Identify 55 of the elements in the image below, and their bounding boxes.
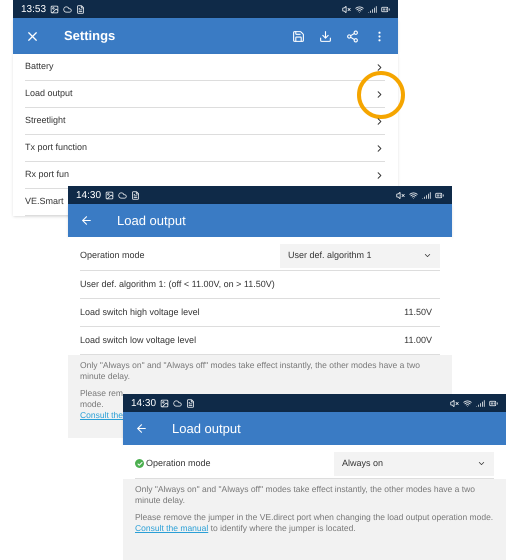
back-icon[interactable] <box>135 422 148 435</box>
status-time: 14:30 <box>76 188 102 202</box>
save-icon[interactable] <box>292 30 305 42</box>
app-bar-title: Settings <box>64 27 116 46</box>
row-value: 11.50V <box>404 306 432 319</box>
image-icon <box>160 398 170 408</box>
signal-icon <box>476 398 485 408</box>
row-label: Load switch low voltage level <box>80 334 196 347</box>
item-label[interactable]: Rx port fun <box>25 168 70 182</box>
dropdown[interactable]: Always on <box>334 452 494 476</box>
cloud-icon <box>173 398 182 408</box>
note-text: Only "Always on" and "Always off" modes take effect instantly, the other modes have a two minute delay. <box>80 360 421 382</box>
battery-icon <box>435 190 444 200</box>
battery-icon <box>489 398 498 408</box>
item-label[interactable]: Battery <box>25 60 54 74</box>
share-icon[interactable] <box>346 30 359 42</box>
row-label: Operation mode <box>146 456 211 470</box>
wifi-icon <box>463 398 472 408</box>
item-label[interactable]: Streetlight <box>25 114 66 128</box>
caret-icon <box>477 459 486 468</box>
download-icon[interactable] <box>319 30 332 42</box>
image-icon <box>105 190 114 200</box>
document-icon <box>131 190 140 200</box>
note-text: mode. <box>80 399 104 410</box>
wifi-icon <box>355 4 364 14</box>
document-icon <box>76 4 86 14</box>
note-text: Only "Always on" and "Always off" modes take effect instantly, the other modes have a two minute delay. <box>135 484 476 506</box>
mute-icon <box>342 4 351 14</box>
item-label[interactable]: Tx port function <box>25 141 88 155</box>
cloud-icon <box>63 4 72 14</box>
signal-icon <box>422 190 431 200</box>
mute-icon <box>450 398 459 408</box>
note-text: Please rem <box>80 388 123 399</box>
cloud-icon <box>118 190 128 200</box>
back-icon[interactable] <box>80 214 93 227</box>
item-label[interactable]: Load output <box>25 87 73 101</box>
app-bar-title: Load output <box>117 212 186 230</box>
image-icon <box>50 4 60 14</box>
row-text: User def. algorithm 1: (off < 11.00V, on > 11.50V) <box>80 278 275 291</box>
signal-icon <box>368 4 377 14</box>
row-value: 11.00V <box>404 334 432 347</box>
item-label[interactable]: VE.Smart <box>25 195 64 209</box>
row-label: Load switch high voltage level <box>80 306 200 319</box>
document-icon <box>186 398 196 408</box>
status-time: 13:53 <box>21 2 46 16</box>
note-text: to identify where the jumper is located. <box>210 523 356 533</box>
note-text: Please remove the jumper in the VE.direct port when changing the load output operation mode. <box>135 512 494 523</box>
caret-icon <box>423 251 432 260</box>
dropdown[interactable]: User def. algorithm 1 <box>280 244 440 268</box>
mute-icon <box>396 190 405 200</box>
wifi-icon <box>409 190 418 200</box>
app-bar-title: Load output <box>172 420 241 438</box>
row-label: Operation mode <box>80 248 145 262</box>
battery-icon <box>381 4 390 14</box>
status-time: 14:30 <box>131 396 156 410</box>
